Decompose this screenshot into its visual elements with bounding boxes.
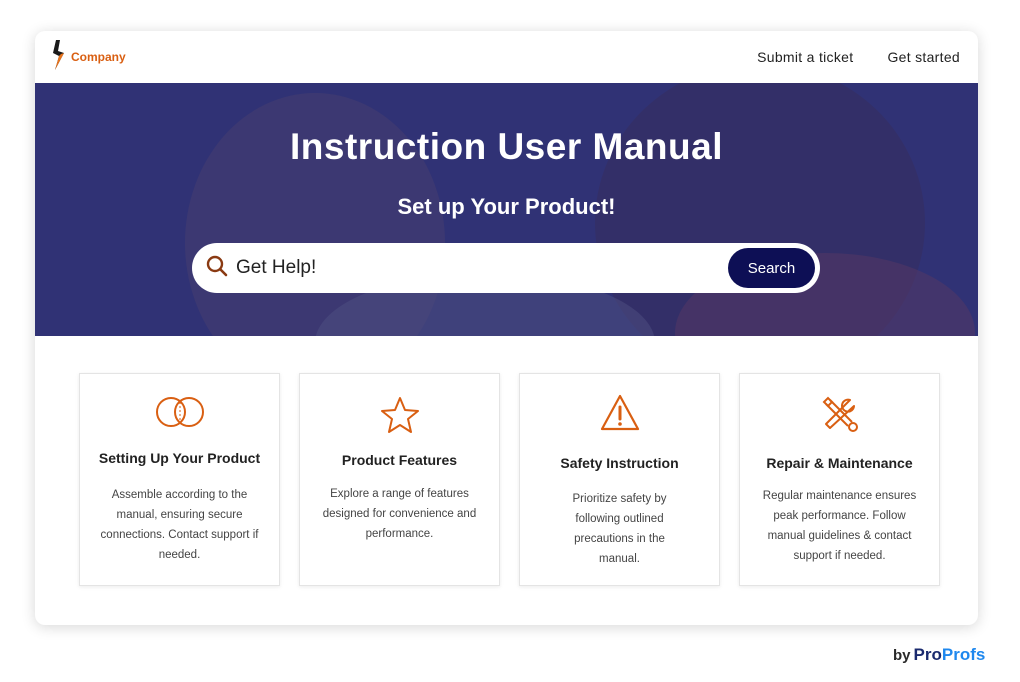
- company-name: Company: [71, 50, 126, 64]
- lightning-bolt-icon: [51, 39, 67, 76]
- brand-profs: Profs: [941, 645, 986, 664]
- header-nav: Submit a ticket Get started: [757, 49, 960, 65]
- top-navigation-bar: Company Submit a ticket Get started: [35, 31, 978, 83]
- card-product-features[interactable]: Product Features Explore a range of feat…: [299, 373, 500, 586]
- card-description: Explore a range of features designed for…: [322, 488, 477, 540]
- search-bar: Search: [192, 243, 820, 293]
- proprofs-branding[interactable]: by Pro Profs: [893, 645, 985, 665]
- warning-icon: [520, 394, 719, 432]
- page-title: Instruction User Manual: [290, 126, 723, 167]
- tools-icon: [740, 394, 939, 434]
- star-icon: [300, 396, 499, 434]
- submit-ticket-link[interactable]: Submit a ticket: [757, 49, 853, 65]
- page-subtitle: Set up Your Product!: [397, 194, 616, 219]
- card-description: Regular maintenance ensures peak perform…: [762, 490, 917, 562]
- rings-icon: [80, 396, 279, 428]
- card-title: Product Features: [341, 452, 458, 468]
- help-center-window: Company Submit a ticket Get started Inst…: [35, 31, 978, 625]
- card-description: Assemble according to the manual, ensuri…: [100, 489, 259, 561]
- card-setting-up[interactable]: Setting Up Your Product Assemble accordi…: [79, 373, 280, 586]
- card-title: Setting Up Your Product: [98, 450, 261, 466]
- by-label: by: [893, 647, 911, 664]
- hero-banner: Instruction User Manual Set up Your Prod…: [35, 83, 978, 336]
- card-description: Prioritize safety by following outlined …: [572, 493, 667, 565]
- brand-pro: Pro: [913, 645, 942, 664]
- category-cards: Setting Up Your Product Assemble accordi…: [79, 373, 941, 586]
- search-input[interactable]: [236, 257, 728, 279]
- search-button[interactable]: Search: [728, 248, 815, 288]
- search-icon: [206, 255, 228, 282]
- card-repair-maintenance[interactable]: Repair & Maintenance Regular maintenance…: [739, 373, 940, 586]
- get-started-link[interactable]: Get started: [887, 49, 960, 65]
- card-safety-instruction[interactable]: Safety Instruction Prioritize safety by …: [519, 373, 720, 586]
- card-title: Repair & Maintenance: [766, 455, 913, 471]
- company-logo[interactable]: Company: [51, 39, 126, 76]
- card-title: Safety Instruction: [560, 455, 679, 471]
